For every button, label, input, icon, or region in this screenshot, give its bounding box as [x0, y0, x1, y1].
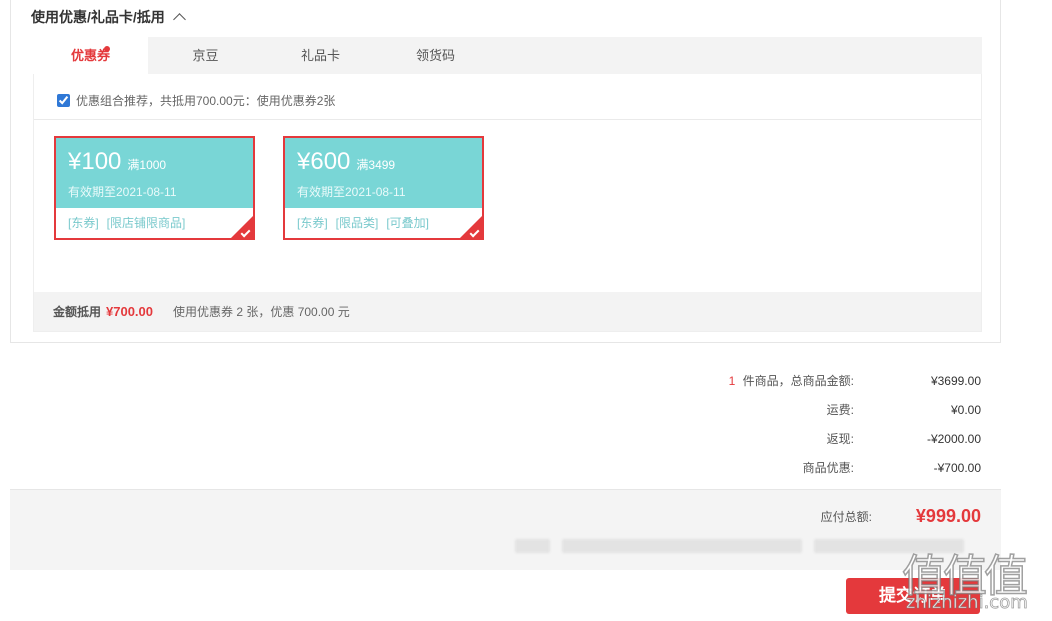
coupon-tags: [东券] [限品类] [可叠加]: [285, 208, 482, 231]
tab-label: 礼品卡: [300, 48, 340, 63]
coupon-amount: ¥ 600 满3499: [297, 148, 482, 179]
tab-gift-card[interactable]: 礼品卡: [263, 37, 378, 74]
submit-order-button[interactable]: 提交订单: [846, 578, 980, 614]
coupon-condition: 满3499: [356, 158, 396, 172]
coupon-amount: ¥ 100 满1000: [68, 148, 253, 179]
recommend-option[interactable]: 优惠组合推荐，共抵用700.00元：使用优惠券2张: [57, 92, 335, 109]
coupon-header: ¥ 100 满1000 有效期至2021-08-11: [56, 138, 253, 208]
payable-amount: ¥999.00: [915, 506, 981, 526]
items-label-text: 件商品，总商品金额:: [739, 374, 854, 388]
items-label: 1 件商品，总商品金额:: [729, 372, 854, 389]
discount-summary-amount: ¥700.00: [106, 304, 154, 319]
section-title-text: 使用优惠/礼品卡/抵用: [31, 9, 165, 25]
chevron-up-icon[interactable]: [172, 13, 186, 26]
totals-row-cashback: 返现: -¥2000.00: [581, 424, 981, 453]
shipping-label: 运费:: [826, 403, 854, 417]
discount-summary-label: 金额抵用: [53, 305, 102, 319]
tab-bar: 优惠券 京豆 礼品卡 领货码: [33, 37, 982, 74]
blurred-address: [562, 539, 802, 553]
coupon-tag: [东券]: [297, 216, 328, 230]
recommend-text: 优惠组合推荐，共抵用700.00元：使用优惠券2张: [76, 94, 336, 108]
payable-row: 应付总额: ¥999.00: [821, 506, 981, 527]
divider: [34, 119, 981, 120]
item-count: 1: [728, 374, 736, 388]
coupon-value: 100: [81, 148, 122, 175]
tab-coupons[interactable]: 优惠券: [33, 37, 148, 74]
blurred-address: [515, 539, 550, 553]
coupon-tags: [东券] [限店铺限商品]: [56, 208, 253, 231]
order-totals: 1 件商品，总商品金额: ¥3699.00 运费: ¥0.00 返现: -¥20…: [581, 366, 981, 482]
cashback-value: -¥2000.00: [926, 431, 981, 446]
payable-label: 应付总额:: [820, 510, 872, 524]
coupon-tag: [可叠加]: [386, 216, 430, 230]
tab-jingdou[interactable]: 京豆: [148, 37, 263, 74]
tab-label: 领货码: [415, 48, 455, 63]
items-value: ¥3699.00: [930, 373, 981, 388]
coupon-header: ¥ 600 满3499 有效期至2021-08-11: [285, 138, 482, 208]
recommend-checkbox[interactable]: [57, 94, 70, 107]
blurred-address: [814, 539, 964, 553]
coupon-tag: [限店铺限商品]: [106, 216, 186, 230]
coupon-tag: [东券]: [68, 216, 99, 230]
shipping-value: ¥0.00: [950, 402, 981, 417]
section-title[interactable]: 使用优惠/礼品卡/抵用: [31, 7, 186, 27]
coupon-value: 600: [310, 148, 351, 175]
coupon-card[interactable]: ¥ 600 满3499 有效期至2021-08-11 [东券] [限品类] [可…: [283, 136, 484, 240]
discount-label: 商品优惠:: [802, 461, 854, 475]
discount-value: -¥700.00: [933, 460, 981, 475]
discount-summary: 金额抵用 ¥700.00 使用优惠券 2 张，优惠 700.00 元: [34, 292, 981, 331]
cashback-label: 返现:: [826, 432, 854, 446]
currency-symbol: ¥: [68, 148, 82, 175]
coupon-validity: 有效期至2021-08-11: [297, 185, 406, 199]
coupon-validity: 有效期至2021-08-11: [68, 185, 177, 199]
coupon-condition: 满1000: [127, 158, 167, 172]
totals-row-discount: 商品优惠: -¥700.00: [581, 453, 981, 482]
payment-bar: 应付总额: ¥999.00: [10, 489, 1001, 570]
totals-row-shipping: 运费: ¥0.00: [581, 395, 981, 424]
tab-label: 京豆: [192, 48, 219, 63]
coupon-tag: [限品类]: [335, 216, 379, 230]
currency-symbol: ¥: [297, 148, 311, 175]
totals-row-items: 1 件商品，总商品金额: ¥3699.00: [581, 366, 981, 395]
tab-pickup-code[interactable]: 领货码: [378, 37, 493, 74]
coupon-card[interactable]: ¥ 100 满1000 有效期至2021-08-11 [东券] [限店铺限商品]: [54, 136, 255, 240]
notification-dot-icon: [104, 46, 110, 52]
discount-summary-description: 使用优惠券 2 张，优惠 700.00 元: [173, 305, 350, 319]
coupon-content: 优惠组合推荐，共抵用700.00元：使用优惠券2张 ¥ 100 满1000 有效…: [33, 74, 982, 332]
